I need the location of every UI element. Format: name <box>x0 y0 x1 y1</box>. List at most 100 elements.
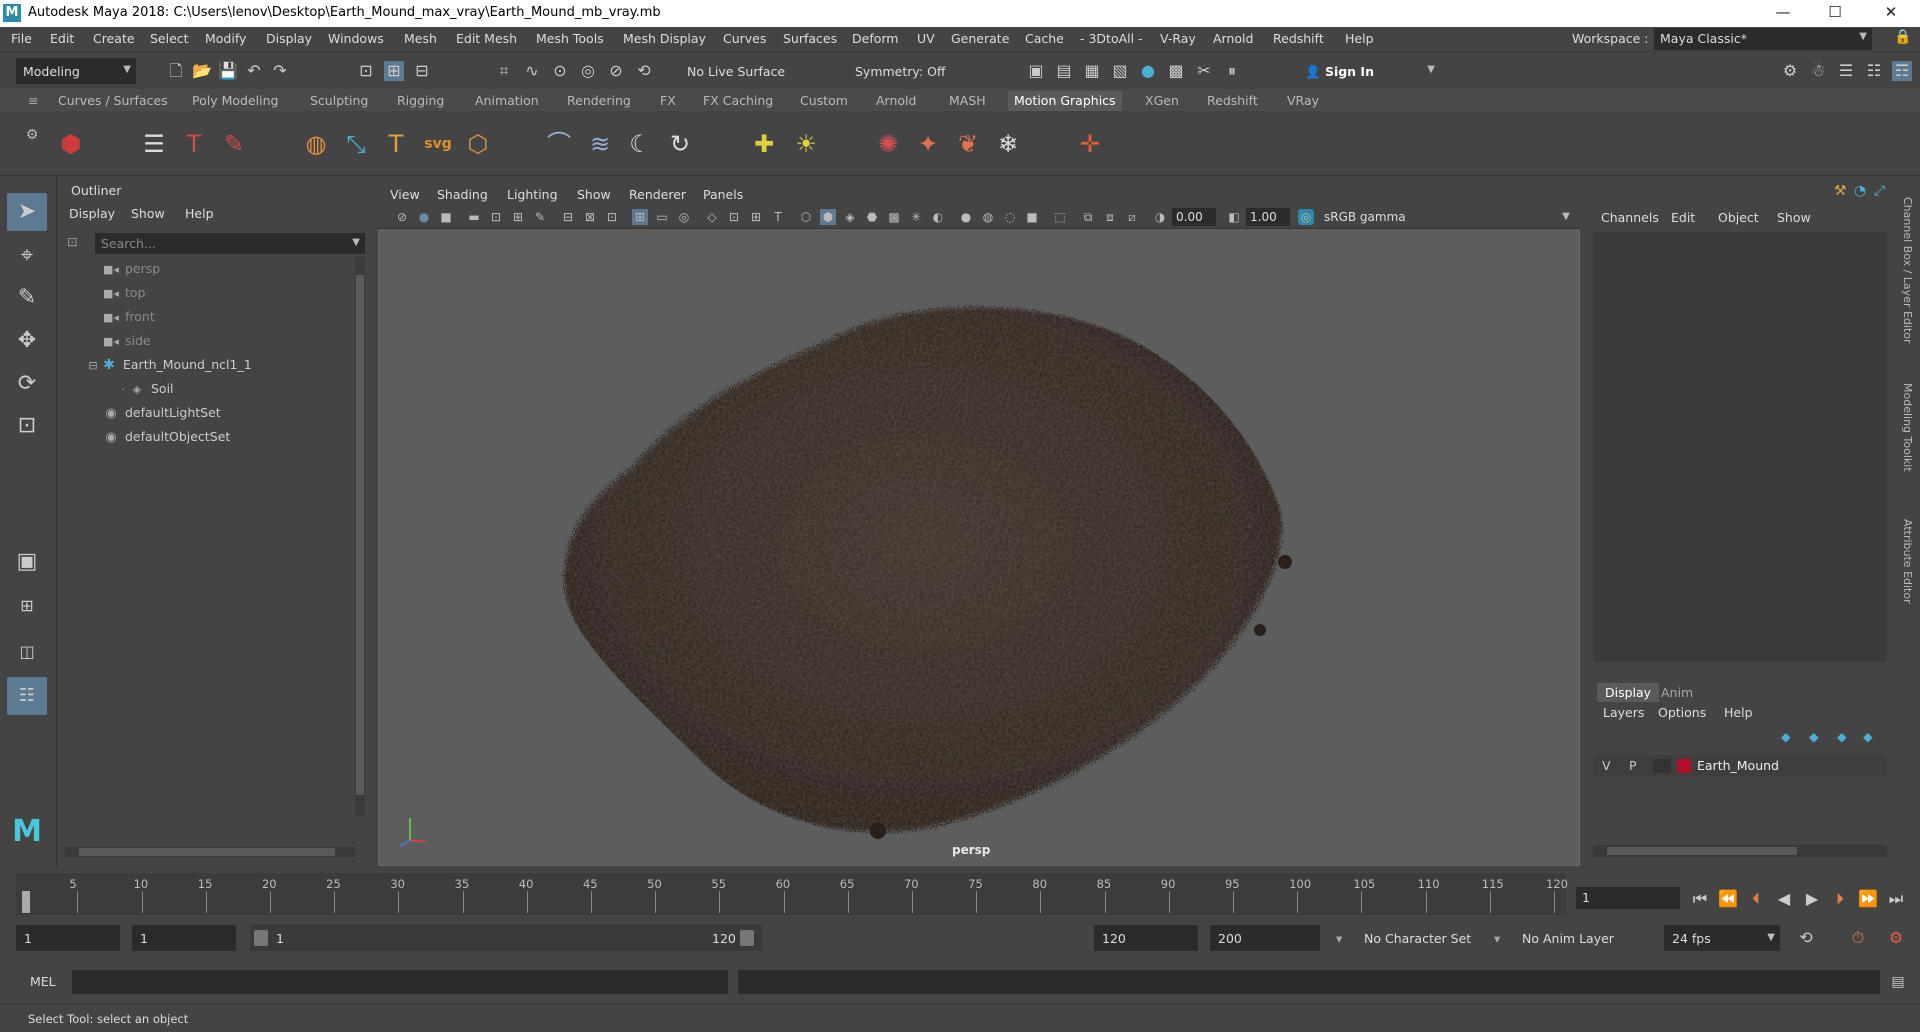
paint-effects-icon[interactable]: ✎ <box>218 128 250 160</box>
snap-live-icon[interactable]: ⟲ <box>634 61 654 81</box>
safe-title-icon[interactable]: ◎ <box>676 209 692 225</box>
range-start-handle[interactable] <box>254 930 268 946</box>
go-to-end-icon[interactable]: ⏭ <box>1886 889 1906 909</box>
menu-mesh[interactable]: Mesh <box>404 31 437 46</box>
horizontal-scrollbar[interactable] <box>65 847 355 857</box>
save-scene-icon[interactable]: 💾 <box>218 61 238 81</box>
isolate-select-icon[interactable]: ⬚ <box>1052 209 1068 225</box>
snap-surface-icon[interactable]: ⊘ <box>606 61 626 81</box>
channel-box-help-icon[interactable]: ◔ <box>1854 183 1866 199</box>
close-button[interactable]: ✕ <box>1868 3 1914 25</box>
outliner-item-front[interactable]: ■◂ front <box>103 309 155 329</box>
gamma-icon[interactable]: ◧ <box>1226 209 1242 225</box>
image-plane-icon[interactable]: ⊡ <box>488 209 504 225</box>
outliner-menu-help[interactable]: Help <box>185 206 214 221</box>
script-editor-icon[interactable]: ▤ <box>1888 972 1908 992</box>
tab-mash[interactable]: MASH <box>943 91 992 111</box>
tab-redshift[interactable]: Redshift <box>1201 91 1264 111</box>
color-management-icon[interactable]: ◎ <box>1298 209 1314 225</box>
step-back-icon[interactable]: ⏪ <box>1718 889 1738 909</box>
vray-tools-icon[interactable]: ✂ <box>1194 61 1214 81</box>
move-layer-down-icon[interactable]: ◆ <box>1809 729 1819 744</box>
live-surface-field[interactable]: No Live Surface <box>680 58 810 84</box>
select-camera-icon[interactable]: ⊘ <box>394 209 410 225</box>
menu-windows[interactable]: Windows <box>328 31 384 46</box>
gate-mask-icon[interactable]: ⊞ <box>748 209 764 225</box>
hypershade-icon[interactable]: ● <box>1138 61 1158 81</box>
exposure-icon[interactable]: ◑ <box>1152 209 1168 225</box>
shadows-icon[interactable]: ✳ <box>908 209 924 225</box>
render-frame-icon[interactable]: ▣ <box>1026 61 1046 81</box>
chevron-down-icon[interactable]: ▾ <box>1336 925 1348 951</box>
tab-anim-layers[interactable]: Anim <box>1653 683 1701 702</box>
shelf-menu-icon[interactable]: ≡ <box>22 91 44 111</box>
menu-mesh-tools[interactable]: Mesh Tools <box>536 31 604 46</box>
menu-modify[interactable]: Modify <box>205 31 246 46</box>
outliner-item-persp[interactable]: ■◂ persp <box>103 261 160 281</box>
prev-key-icon[interactable]: ⏴ <box>1746 889 1766 909</box>
layer-menu-options[interactable]: Options <box>1658 705 1706 720</box>
tab-fx[interactable]: FX <box>654 91 682 111</box>
tab-animation[interactable]: Animation <box>469 91 545 111</box>
preferences-icon[interactable]: ⚙ <box>1886 928 1906 948</box>
shelf-options-icon[interactable]: ⚙ <box>16 119 48 151</box>
menu-generate[interactable]: Generate <box>951 31 1009 46</box>
filter-icon[interactable]: ⊡ <box>67 234 77 249</box>
tab-custom[interactable]: Custom <box>794 91 854 111</box>
sign-in-dropdown[interactable]: 👤 Sign In ▼ <box>1298 58 1440 84</box>
viewport-menu-lighting[interactable]: Lighting <box>507 187 558 202</box>
current-frame-field[interactable]: 1 <box>1576 887 1680 909</box>
motion-blur-icon[interactable]: ● <box>958 209 974 225</box>
channel-box-icon[interactable]: ☶ <box>1892 61 1912 81</box>
wireframe-icon[interactable]: ◇ <box>704 209 720 225</box>
new-scene-icon[interactable]: 🗋 <box>166 61 186 81</box>
channel-menu-channels[interactable]: Channels <box>1601 210 1659 225</box>
menu-curves[interactable]: Curves <box>723 31 766 46</box>
rotate-tool-icon[interactable]: ⟳ <box>7 365 47 403</box>
pan-zoom-icon[interactable]: T <box>770 209 786 225</box>
loop-icon[interactable]: ⟲ <box>1796 928 1816 948</box>
select-tool-icon[interactable]: ➤ <box>7 193 47 231</box>
text-icon[interactable]: T <box>380 128 412 160</box>
snap-grid-icon[interactable]: ⌗ <box>494 61 514 81</box>
undo-icon[interactable]: ↶ <box>244 61 264 81</box>
outliner-item-soil[interactable]: · ◈ Soil <box>119 381 173 401</box>
curve-tool-icon[interactable]: ⤡ <box>340 128 372 160</box>
ambient-occlusion-icon[interactable]: ◐ <box>930 209 946 225</box>
viewport-menu-panels[interactable]: Panels <box>703 187 743 202</box>
chevron-down-icon[interactable]: ▾ <box>1494 925 1506 951</box>
menu-uv[interactable]: UV <box>917 31 935 46</box>
outliner-item-default-light-set[interactable]: ◉ defaultLightSet <box>103 405 220 425</box>
menu-vray[interactable]: V-Ray <box>1160 31 1196 46</box>
playback-start-field[interactable]: 1 <box>132 925 236 951</box>
layer-visibility-toggle[interactable]: V <box>1602 758 1611 773</box>
svg-icon[interactable]: svg <box>422 128 454 160</box>
channel-box-expand-icon[interactable]: ⤢ <box>1874 183 1885 199</box>
snap-view-icon[interactable]: ◎ <box>578 61 598 81</box>
layer-menu-help[interactable]: Help <box>1724 705 1753 720</box>
viewport-menu-shading[interactable]: Shading <box>437 187 488 202</box>
sweep-icon[interactable]: ⌒ <box>543 128 575 160</box>
moon-icon[interactable]: ☾ <box>624 128 656 160</box>
camera-attributes-icon[interactable]: ■ <box>438 209 454 225</box>
crosshair-icon[interactable]: ✛ <box>1074 128 1106 160</box>
2d-pan-icon[interactable]: ⊞ <box>510 209 526 225</box>
menu-edit-mesh[interactable]: Edit Mesh <box>456 31 517 46</box>
outliner-search-input[interactable]: Search... ▼ <box>95 233 365 254</box>
attribute-editor-icon[interactable]: ☰ <box>1836 61 1856 81</box>
tab-rendering[interactable]: Rendering <box>561 91 637 111</box>
bookmark-icon[interactable]: ▬ <box>466 209 482 225</box>
sun-icon[interactable]: ☀ <box>790 128 822 160</box>
lights-icon[interactable]: ✚ <box>748 128 780 160</box>
tab-poly-modeling[interactable]: Poly Modeling <box>186 91 284 111</box>
tab-arnold[interactable]: Arnold <box>870 91 922 111</box>
depth-of-field-icon[interactable]: ◌ <box>1002 209 1018 225</box>
grid-icon[interactable]: ⊟ <box>560 209 576 225</box>
ipr-render-icon[interactable]: ▦ <box>1082 61 1102 81</box>
outliner-item-earth-mound[interactable]: ⊟ ✱ Earth_Mound_ncl1_1 <box>87 357 251 377</box>
move-layer-up-icon[interactable]: ◆ <box>1781 729 1791 744</box>
menu-redshift[interactable]: Redshift <box>1273 31 1324 46</box>
maximize-button[interactable]: ☐ <box>1812 3 1858 25</box>
film-gate-icon[interactable]: ⊠ <box>582 209 598 225</box>
tab-fx-caching[interactable]: FX Caching <box>697 91 779 111</box>
